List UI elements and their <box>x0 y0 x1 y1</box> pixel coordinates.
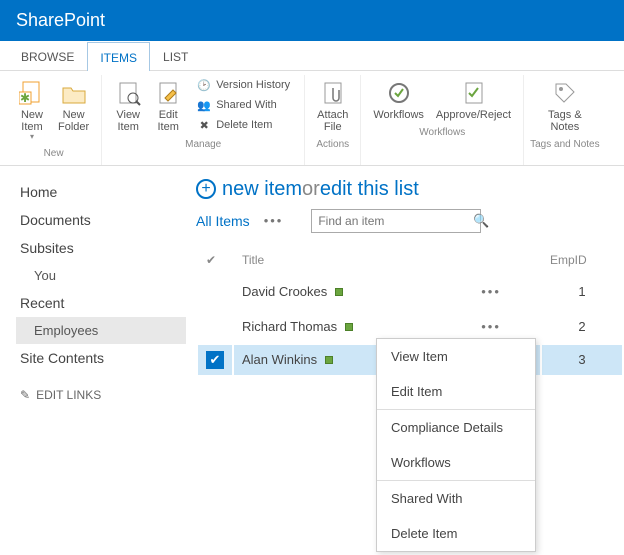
tags-notes-label: Tags &Notes <box>548 109 582 133</box>
ctx-workflows[interactable]: Workflows <box>377 445 535 480</box>
main-area: + new item or edit this list All Items •… <box>196 178 624 418</box>
ctx-shared-with[interactable]: Shared With <box>377 481 535 516</box>
edit-list-link[interactable]: edit this list <box>320 178 419 201</box>
search-input[interactable] <box>318 214 473 228</box>
edit-links-button[interactable]: EDIT LINKS <box>16 372 186 418</box>
row-menu-icon[interactable]: ••• <box>481 284 501 299</box>
shared-with-button[interactable]: 👥Shared With <box>192 95 294 115</box>
tags-notes-button[interactable]: Tags &Notes <box>542 75 588 137</box>
new-item-icon: ✱ <box>18 79 46 107</box>
nav-you[interactable]: You <box>16 262 186 289</box>
all-items-view[interactable]: All Items <box>196 213 250 229</box>
context-menu: View Item Edit Item Compliance Details W… <box>376 338 536 552</box>
presence-icon <box>335 288 343 296</box>
delete-item-button[interactable]: ✖Delete Item <box>192 115 294 135</box>
group-workflows: Workflows Approve/Reject Workflows <box>361 75 524 165</box>
header-row: ✔ Title EmpID <box>198 247 622 273</box>
new-folder-label: NewFolder <box>58 109 89 133</box>
attach-file-label: AttachFile <box>317 109 348 133</box>
ctx-view-item[interactable]: View Item <box>377 339 535 374</box>
row-title[interactable]: Richard Thomas <box>242 319 337 334</box>
table-row[interactable]: David Crookes ••• 1 <box>198 275 622 308</box>
ctx-delete-item[interactable]: Delete Item <box>377 516 535 551</box>
plus-icon[interactable]: + <box>196 179 216 199</box>
row-checkbox[interactable]: ✔ <box>206 351 224 369</box>
tab-browse[interactable]: BROWSE <box>8 41 87 70</box>
new-item-link[interactable]: new item <box>222 178 302 201</box>
search-icon[interactable]: 🔍 <box>473 213 489 229</box>
nav-employees[interactable]: Employees <box>16 317 186 344</box>
app-title: SharePoint <box>16 10 105 30</box>
nav-site-contents[interactable]: Site Contents <box>16 344 186 372</box>
view-row: All Items ••• 🔍 <box>196 209 624 233</box>
row-empid: 3 <box>542 345 622 375</box>
tab-items[interactable]: ITEMS <box>87 42 150 71</box>
row-title[interactable]: David Crookes <box>242 284 327 299</box>
delete-icon: ✖ <box>196 117 212 133</box>
tab-list[interactable]: LIST <box>150 41 201 70</box>
edit-item-icon <box>154 79 182 107</box>
presence-icon <box>345 323 353 331</box>
group-new-label: New <box>44 146 64 163</box>
view-item-icon <box>114 79 142 107</box>
app-header: SharePoint <box>0 0 624 41</box>
left-nav: Home Documents Subsites You Recent Emplo… <box>16 178 196 418</box>
new-item-button[interactable]: ✱ NewItem ▾ <box>12 75 52 146</box>
row-checkbox[interactable] <box>206 281 224 299</box>
svg-text:✱: ✱ <box>20 91 30 105</box>
shared-icon: 👥 <box>196 97 212 113</box>
attach-file-button[interactable]: AttachFile <box>311 75 354 137</box>
group-tags-label: Tags and Notes <box>530 137 600 154</box>
view-more-icon[interactable]: ••• <box>264 213 284 228</box>
nav-documents[interactable]: Documents <box>16 206 186 234</box>
presence-icon <box>325 356 333 364</box>
group-manage-label: Manage <box>185 137 221 154</box>
edit-item-label: EditItem <box>157 109 178 133</box>
nav-subsites[interactable]: Subsites <box>16 234 186 262</box>
view-item-label: ViewItem <box>116 109 140 133</box>
workflows-icon <box>385 79 413 107</box>
tag-icon <box>551 79 579 107</box>
ctx-edit-item[interactable]: Edit Item <box>377 374 535 409</box>
nav-home[interactable]: Home <box>16 178 186 206</box>
approve-icon <box>460 79 488 107</box>
col-check[interactable]: ✔ <box>198 247 232 273</box>
view-item-button[interactable]: ViewItem <box>108 75 148 137</box>
nav-recent[interactable]: Recent <box>16 289 186 317</box>
edit-item-button[interactable]: EditItem <box>148 75 188 137</box>
col-empid[interactable]: EmpID <box>542 247 622 273</box>
workflows-button[interactable]: Workflows <box>367 75 430 125</box>
new-item-label: NewItem ▾ <box>21 109 43 142</box>
group-workflows-label: Workflows <box>419 125 465 142</box>
or-text: or <box>302 178 320 201</box>
group-actions: AttachFile Actions <box>305 75 361 165</box>
row-checkbox[interactable] <box>206 316 224 334</box>
ribbon-tabs: BROWSE ITEMS LIST <box>0 41 624 71</box>
row-menu-icon[interactable]: ••• <box>481 319 501 334</box>
attach-icon <box>319 79 347 107</box>
history-icon: 🕑 <box>196 77 212 93</box>
group-actions-label: Actions <box>316 137 349 154</box>
row-empid: 2 <box>542 310 622 343</box>
row-empid: 1 <box>542 275 622 308</box>
version-history-button[interactable]: 🕑Version History <box>192 75 294 95</box>
approve-reject-button[interactable]: Approve/Reject <box>430 75 517 125</box>
col-title[interactable]: Title <box>234 247 471 273</box>
ctx-compliance[interactable]: Compliance Details <box>377 410 535 445</box>
folder-icon <box>60 79 88 107</box>
row-title[interactable]: Alan Winkins <box>242 352 317 367</box>
new-item-line: + new item or edit this list <box>196 178 624 201</box>
group-manage: ViewItem EditItem 🕑Version History 👥Shar… <box>102 75 305 165</box>
new-folder-button[interactable]: NewFolder <box>52 75 95 146</box>
ribbon: ✱ NewItem ▾ NewFolder New ViewItem EditI… <box>0 71 624 166</box>
col-menu <box>473 247 540 273</box>
search-box[interactable]: 🔍 <box>311 209 481 233</box>
group-new: ✱ NewItem ▾ NewFolder New <box>6 75 102 165</box>
group-tags: Tags &Notes Tags and Notes <box>524 75 606 165</box>
